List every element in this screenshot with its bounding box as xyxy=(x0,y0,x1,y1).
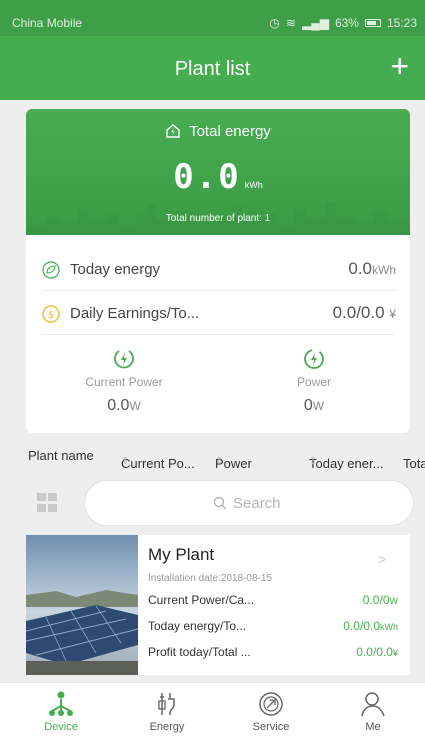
plant-profit-label: Profit today/Total ... xyxy=(148,645,251,659)
summary-card: Total energy 0.0 kWh Total number of plan… xyxy=(26,109,410,433)
leaf-energy-icon xyxy=(42,261,60,279)
search-placeholder: Search xyxy=(233,495,281,512)
tab-service-label: Service xyxy=(252,721,290,733)
house-energy-icon xyxy=(166,124,180,138)
tab-device[interactable]: Device xyxy=(8,683,114,744)
tab-energy-label: Energy xyxy=(149,721,185,733)
battery-percent: 63% xyxy=(334,16,359,30)
power-block: Power 0W xyxy=(244,347,384,415)
plant-profit-unit: ¥ xyxy=(392,648,398,658)
tab-me[interactable]: Me xyxy=(320,683,425,744)
sort-current-power-label: Current Po... xyxy=(121,456,195,470)
sort-today-energy-label: Today ener... xyxy=(309,456,384,470)
today-energy-value: 0.0 xyxy=(348,259,372,278)
app-bar: Plant list + xyxy=(0,36,425,100)
person-icon xyxy=(361,692,385,717)
plant-name: My Plant xyxy=(148,545,215,564)
daily-earnings-value-wrap: 0.0/0.0 ¥ xyxy=(333,303,396,323)
plant-today-energy-value: 0.0/0.0 xyxy=(343,619,380,633)
current-power-block: Current Power 0.0W xyxy=(54,347,194,415)
sort-arrows-icon: ⇕ xyxy=(309,456,318,467)
coin-icon: $ xyxy=(42,305,60,323)
svg-text:$: $ xyxy=(48,310,54,321)
search-icon xyxy=(213,496,227,510)
total-energy-label: Total energy xyxy=(189,123,271,140)
plant-card[interactable]: My Plant > Installation date:2018-08-15 … xyxy=(26,535,410,675)
plant-today-energy-row: Today energy/To... 0.0/0.0kWh xyxy=(148,619,398,633)
sort-arrows-icon: ⇕ xyxy=(215,456,224,467)
plant-today-energy-value-wrap: 0.0/0.0kWh xyxy=(343,619,398,633)
tab-energy[interactable]: Energy xyxy=(114,683,220,744)
today-energy-row: Today energy 0.0kWh xyxy=(42,247,396,291)
today-energy-value-wrap: 0.0kWh xyxy=(348,259,396,279)
power-value-wrap: 0W xyxy=(244,397,384,415)
wifi-icon: ≋ xyxy=(285,16,296,30)
clock: 15:23 xyxy=(386,16,417,30)
signal-icon: ▂▄▆ xyxy=(301,16,329,30)
power-value: 0 xyxy=(303,397,313,414)
search-input[interactable]: Search xyxy=(84,480,414,526)
plant-profit-row: Profit today/Total ... 0.0/0.0¥ xyxy=(148,645,398,659)
today-energy-label: Today energy xyxy=(70,261,161,278)
total-energy-heading: Total energy xyxy=(26,123,410,140)
status-bar: China Mobile ◷ ≋ ▂▄▆ 63% 15:23 xyxy=(0,0,425,36)
total-energy-banner: Total energy 0.0 kWh Total number of plan… xyxy=(26,109,410,235)
daily-earnings-label: Daily Earnings/To... xyxy=(70,305,200,322)
plant-profit-value: 0.0/0.0 xyxy=(356,645,393,659)
today-energy-unit: kWh xyxy=(372,263,396,277)
current-power-value: 0.0 xyxy=(107,397,130,414)
total-energy-value: 0.0 xyxy=(173,157,241,197)
power-icon xyxy=(304,349,324,369)
total-energy-unit: kWh xyxy=(244,180,263,190)
alarm-icon: ◷ xyxy=(269,16,280,30)
plant-profit-value-wrap: 0.0/0.0¥ xyxy=(356,645,398,659)
add-plant-button[interactable]: + xyxy=(390,50,409,82)
tab-service[interactable]: Service xyxy=(218,683,324,744)
grid-view-icon[interactable] xyxy=(36,492,58,514)
page-title: Plant list xyxy=(174,58,251,80)
plant-current-power-row: Current Power/Ca... 0.0/0W xyxy=(148,593,398,607)
tab-me-label: Me xyxy=(365,721,381,733)
current-power-value-wrap: 0.0W xyxy=(54,397,194,415)
bottom-tab-bar: Device Energy Service Me xyxy=(0,682,425,744)
sort-plant-name[interactable]: Plant name xyxy=(28,448,94,463)
daily-earnings-value: 0.0/0.0 xyxy=(332,303,385,322)
sort-total-label: Tota xyxy=(403,456,425,470)
plant-current-power-value-wrap: 0.0/0W xyxy=(363,593,398,607)
plant-today-energy-unit: kWh xyxy=(380,622,398,632)
installation-date: Installation date:2018-08-15 xyxy=(148,573,272,584)
plant-today-energy-label: Today energy/To... xyxy=(148,619,247,633)
current-power-icon xyxy=(114,350,134,369)
daily-earnings-unit: ¥ xyxy=(389,307,396,321)
battery-icon xyxy=(364,19,381,27)
current-power-unit: W xyxy=(129,399,141,413)
chevron-right-icon[interactable]: > xyxy=(378,551,386,567)
energy-icon xyxy=(158,693,175,715)
sort-arrows-icon: ⇕ xyxy=(121,456,130,467)
total-energy-readout: 0.0 kWh xyxy=(26,157,410,197)
plant-current-power-label: Current Power/Ca... xyxy=(148,593,255,607)
device-icon xyxy=(49,691,73,716)
carrier-name: China Mobile xyxy=(12,16,83,30)
daily-earnings-row: $ Daily Earnings/To... 0.0/0.0 ¥ xyxy=(42,291,396,335)
current-power-label: Current Power xyxy=(85,375,163,389)
plant-current-power-value: 0.0/0 xyxy=(362,593,390,607)
plant-count: Total number of plant: 1 xyxy=(165,213,271,224)
sort-bar: Plant name Current Po... ⇕ Power ⇕ Today … xyxy=(0,440,425,470)
tab-device-label: Device xyxy=(44,721,78,733)
plant-photo xyxy=(26,535,138,675)
service-icon xyxy=(259,692,283,716)
power-label: Power xyxy=(296,375,331,389)
power-unit: W xyxy=(312,399,325,413)
status-icons: ◷ ≋ ▂▄▆ 63% 15:23 xyxy=(269,16,417,30)
plant-current-power-unit: W xyxy=(389,596,399,606)
